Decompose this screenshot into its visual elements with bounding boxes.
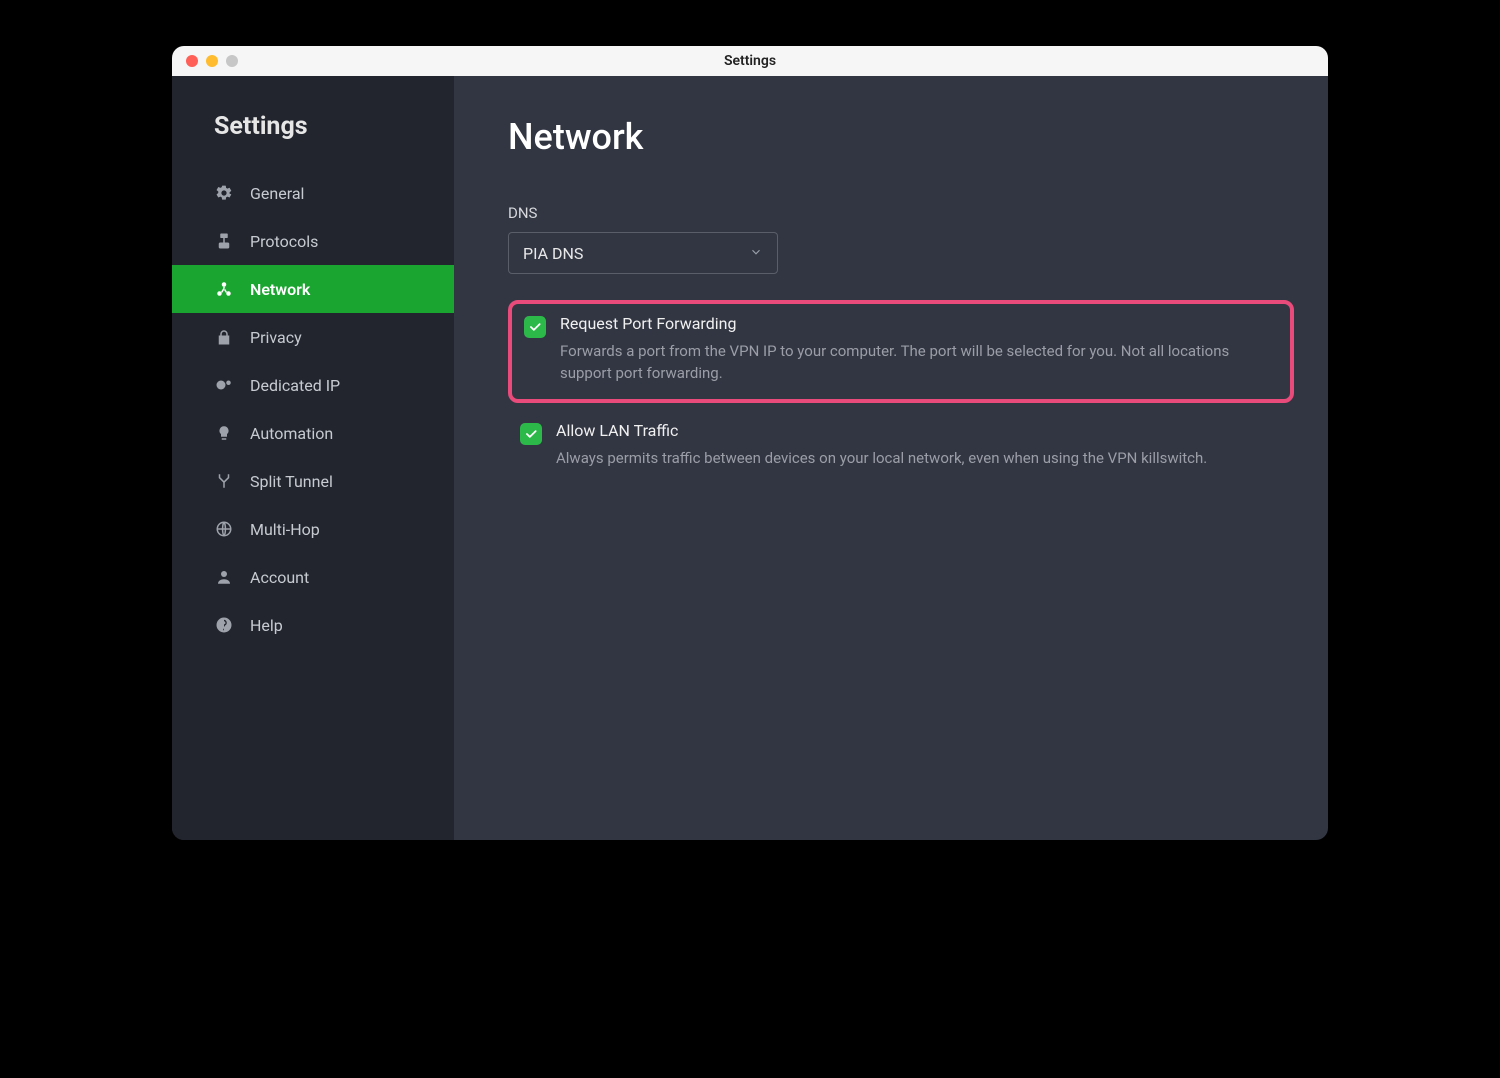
globe-icon [214, 519, 234, 539]
lan-traffic-checkbox[interactable] [520, 423, 542, 445]
sidebar-item-label: Multi-Hop [250, 520, 320, 539]
window-body: Settings General Protocols Network [172, 76, 1328, 840]
sidebar-item-account[interactable]: Account [172, 553, 454, 601]
dns-select[interactable]: PIA DNS [508, 232, 778, 274]
sidebar-item-label: General [250, 184, 304, 203]
close-window-button[interactable] [186, 55, 198, 67]
dns-label: DNS [508, 204, 1294, 222]
option-title: Allow LAN Traffic [556, 421, 1282, 440]
sidebar-item-split-tunnel[interactable]: Split Tunnel [172, 457, 454, 505]
lock-icon [214, 327, 234, 347]
sidebar-item-label: Network [250, 280, 310, 299]
option-lan-traffic: Allow LAN Traffic Always permits traffic… [508, 411, 1294, 484]
sidebar-item-label: Help [250, 616, 283, 635]
traffic-lights [172, 55, 238, 67]
page-title: Network [508, 116, 1294, 158]
sidebar-item-label: Protocols [250, 232, 318, 251]
account-icon [214, 567, 234, 587]
dns-select-value: PIA DNS [523, 244, 583, 263]
chevron-down-icon [749, 244, 763, 263]
option-title: Request Port Forwarding [560, 314, 1278, 333]
gear-icon [214, 183, 234, 203]
sidebar-item-label: Privacy [250, 328, 302, 347]
sidebar-item-label: Automation [250, 424, 333, 443]
option-description: Always permits traffic between devices o… [556, 448, 1282, 470]
sidebar-item-label: Dedicated IP [250, 376, 340, 395]
protocols-icon [214, 231, 234, 251]
option-description: Forwards a port from the VPN IP to your … [560, 341, 1278, 385]
dedicated-ip-icon [214, 375, 234, 395]
sidebar-item-label: Account [250, 568, 309, 587]
help-icon [214, 615, 234, 635]
sidebar-item-general[interactable]: General [172, 169, 454, 217]
sidebar-item-multi-hop[interactable]: Multi-Hop [172, 505, 454, 553]
settings-window: Settings Settings General Protocols [172, 46, 1328, 840]
sidebar-item-network[interactable]: Network [172, 265, 454, 313]
option-text: Allow LAN Traffic Always permits traffic… [556, 421, 1282, 470]
maximize-window-button[interactable] [226, 55, 238, 67]
option-port-forwarding: Request Port Forwarding Forwards a port … [508, 300, 1294, 403]
option-text: Request Port Forwarding Forwards a port … [560, 314, 1278, 385]
sidebar-item-automation[interactable]: Automation [172, 409, 454, 457]
network-icon [214, 279, 234, 299]
sidebar-item-protocols[interactable]: Protocols [172, 217, 454, 265]
sidebar-title: Settings [172, 76, 454, 169]
sidebar: Settings General Protocols Network [172, 76, 454, 840]
sidebar-item-dedicated-ip[interactable]: Dedicated IP [172, 361, 454, 409]
titlebar[interactable]: Settings [172, 46, 1328, 76]
content-pane: Network DNS PIA DNS Request Port Forward… [454, 76, 1328, 840]
window-title: Settings [172, 53, 1328, 69]
sidebar-item-label: Split Tunnel [250, 472, 333, 491]
sidebar-item-help[interactable]: Help [172, 601, 454, 649]
bulb-icon [214, 423, 234, 443]
minimize-window-button[interactable] [206, 55, 218, 67]
port-forwarding-checkbox[interactable] [524, 316, 546, 338]
split-tunnel-icon [214, 471, 234, 491]
sidebar-item-privacy[interactable]: Privacy [172, 313, 454, 361]
